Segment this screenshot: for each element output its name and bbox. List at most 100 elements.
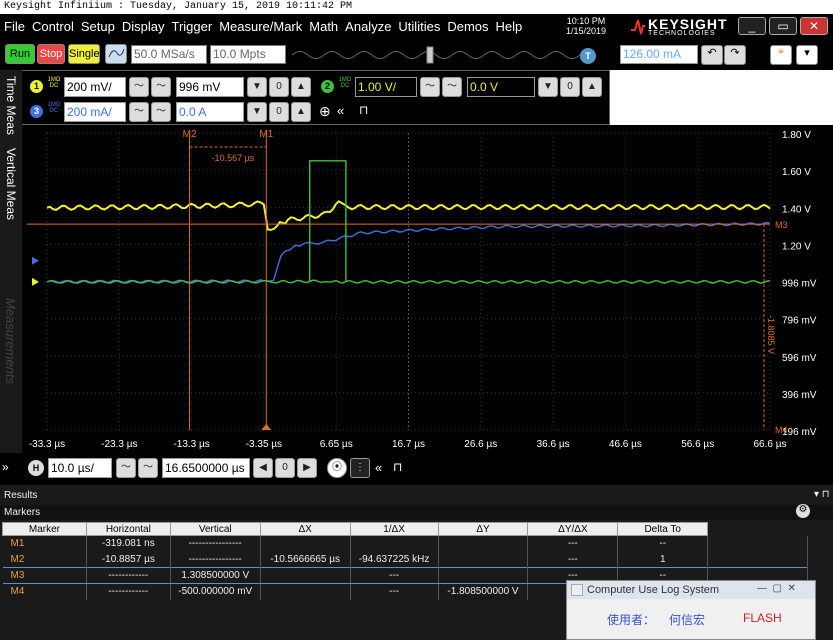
sample-rate-field[interactable]: 50.0 MSa/s bbox=[131, 45, 207, 64]
tab-time-meas[interactable]: Time Meas bbox=[4, 76, 18, 135]
close-button[interactable]: ✕ bbox=[800, 17, 828, 35]
cell-dx bbox=[260, 583, 351, 600]
time-scale-field[interactable]: 10.0 µs/ bbox=[48, 458, 112, 478]
x-tick-label: -23.3 µs bbox=[101, 439, 137, 450]
ch1-down-icon[interactable]: ▼ bbox=[247, 77, 267, 97]
ch3-scale[interactable]: 200 mA/ bbox=[64, 102, 126, 122]
user-label: 使用者： bbox=[607, 613, 656, 627]
time-zero-icon[interactable]: 0 bbox=[275, 458, 295, 478]
collapse-h-icon[interactable]: « bbox=[375, 460, 382, 475]
ch3-badge[interactable]: 3 bbox=[30, 105, 43, 118]
menu-analyze[interactable]: Analyze bbox=[345, 19, 391, 34]
stop-button[interactable]: Stop bbox=[37, 44, 65, 64]
ch3-offset[interactable]: 0.0 A bbox=[176, 102, 244, 122]
log-window-controls[interactable]: — ▢ ✕ bbox=[757, 583, 796, 594]
cell-horizontal: ------------ bbox=[86, 567, 171, 584]
menu-trigger[interactable]: Trigger bbox=[171, 19, 212, 34]
trigger-point-marker bbox=[261, 424, 272, 430]
ch1-scale-wave2-icon[interactable]: 〜 bbox=[151, 77, 171, 97]
memory-depth-field[interactable]: 10.0 Mpts bbox=[210, 45, 286, 64]
cell-dy: -1.808500000 V bbox=[438, 583, 529, 600]
col-marker: Marker bbox=[2, 522, 87, 536]
cell-inv-dx: --- bbox=[350, 583, 439, 600]
time-scale-wave2-icon[interactable]: 〜 bbox=[138, 458, 158, 478]
trigger-level-field[interactable]: 126.00 mA bbox=[620, 45, 698, 64]
cell-delta-to: 1 bbox=[617, 551, 709, 568]
ch2-zero-icon[interactable]: 0 bbox=[560, 77, 580, 97]
trigger-badge: T bbox=[580, 48, 596, 64]
redo-button[interactable]: ↷ bbox=[724, 45, 746, 65]
menu-setup[interactable]: Setup bbox=[81, 19, 115, 34]
zoom-icon[interactable]: ⦿ bbox=[327, 458, 347, 478]
x-tick-label: 36.6 µs bbox=[537, 439, 570, 450]
undo-button[interactable]: ↶ bbox=[701, 45, 723, 65]
ch1-ground-marker bbox=[32, 277, 39, 286]
ch3-scale-wave2-icon[interactable]: 〜 bbox=[151, 102, 171, 122]
gate-icon[interactable]: ⋮ bbox=[350, 458, 370, 478]
table-row[interactable]: M2 -10.8857 µs ---------------- -10.5666… bbox=[2, 551, 808, 568]
ch1-zero-icon[interactable]: 0 bbox=[269, 77, 289, 97]
time-right-icon[interactable]: ▶ bbox=[297, 458, 317, 478]
keysight-wave-icon bbox=[631, 19, 645, 35]
cursor-tool-button[interactable]: ⌖ bbox=[770, 45, 792, 65]
toolbar: Run Stop Single 50.0 MSa/s 10.0 Mpts T 1… bbox=[0, 40, 833, 70]
horizontal-position-slider[interactable] bbox=[292, 46, 582, 64]
y-tick-label: 796 mV bbox=[782, 316, 817, 327]
datetime: 10:10 PM 1/15/2019 bbox=[566, 16, 607, 36]
ch1-offset[interactable]: 996 mV bbox=[176, 77, 244, 97]
menu-math[interactable]: Math bbox=[309, 19, 338, 34]
settings-gear-icon[interactable]: ⚙ bbox=[796, 504, 810, 518]
expand-icon[interactable]: » bbox=[2, 460, 9, 474]
ch2-offset[interactable]: 0.0 V bbox=[467, 77, 535, 97]
time-position-field[interactable]: 16.6500000 µs bbox=[162, 458, 250, 478]
autoscale-button[interactable] bbox=[105, 44, 127, 64]
menu-help[interactable]: Help bbox=[496, 19, 523, 34]
results-title: Results bbox=[4, 490, 38, 501]
time-left-icon[interactable]: ◀ bbox=[253, 458, 273, 478]
menu-utilities[interactable]: Utilities bbox=[398, 19, 440, 34]
menu-measure-mark[interactable]: Measure/Mark bbox=[219, 19, 302, 34]
cell-dx bbox=[260, 567, 351, 584]
horizontal-badge: H bbox=[28, 460, 44, 476]
ch2-down-icon[interactable]: ▼ bbox=[538, 77, 558, 97]
cell-marker: M1 bbox=[2, 535, 87, 552]
pin-icon[interactable]: ⊓ bbox=[359, 103, 368, 117]
collapse-icon[interactable]: « bbox=[337, 103, 344, 118]
y-tick-label: 996 mV bbox=[782, 279, 817, 290]
ch1-scale-wave-icon[interactable]: 〜 bbox=[129, 77, 149, 97]
run-button[interactable]: Run bbox=[5, 44, 35, 64]
ch2-up-icon[interactable]: ▲ bbox=[582, 77, 602, 97]
ch1-scale[interactable]: 200 mV/ bbox=[64, 77, 126, 97]
restore-button[interactable]: ▭ bbox=[769, 17, 797, 35]
ch3-scale-wave-icon[interactable]: 〜 bbox=[129, 102, 149, 122]
ch2-scale[interactable]: 1.00 V/ bbox=[355, 77, 417, 97]
x-tick-label: -13.3 µs bbox=[173, 439, 209, 450]
x-tick-label: 6.65 µs bbox=[320, 439, 353, 450]
tab-vertical-meas[interactable]: Vertical Meas bbox=[4, 148, 18, 220]
table-row[interactable]: M1 -319.081 ns ---------------- --- -- bbox=[2, 535, 808, 552]
ch1-up-icon[interactable]: ▲ bbox=[291, 77, 311, 97]
menu-file[interactable]: File bbox=[4, 19, 25, 34]
ch2-scale-wave2-icon[interactable]: 〜 bbox=[442, 77, 462, 97]
ch3-up-icon[interactable]: ▲ bbox=[291, 102, 311, 122]
markers-tab[interactable]: Markers bbox=[4, 507, 40, 518]
x-tick-label: 66.6 µs bbox=[753, 439, 786, 450]
single-button[interactable]: Single bbox=[68, 44, 100, 64]
minimize-button[interactable]: _ bbox=[738, 17, 766, 35]
log-window[interactable]: Computer Use Log System — ▢ ✕ 使用者： 何信宏 F… bbox=[566, 580, 816, 640]
ch3-down-icon[interactable]: ▼ bbox=[247, 102, 267, 122]
menu-demos[interactable]: Demos bbox=[447, 19, 488, 34]
menu-dropdown-button[interactable]: ▾ bbox=[796, 45, 818, 65]
ch3-zero-icon[interactable]: 0 bbox=[269, 102, 289, 122]
ch1-badge[interactable]: 1 bbox=[30, 80, 43, 93]
add-channel-icon[interactable]: ⊕ bbox=[319, 103, 331, 120]
menu-control[interactable]: Control bbox=[32, 19, 74, 34]
time-scale-wave-icon[interactable]: 〜 bbox=[116, 458, 136, 478]
ch2-scale-wave-icon[interactable]: 〜 bbox=[420, 77, 440, 97]
results-pin-icon[interactable]: ▾ ⊓ bbox=[814, 489, 830, 500]
pin-h-icon[interactable]: ⊓ bbox=[393, 460, 402, 474]
cell-vertical: 1.308500000 V bbox=[170, 567, 261, 584]
waveform-display[interactable]: M2 M1 -10.567 µs M3 M4 -1.8085 V -33.3 µs -23.3… bbox=[22, 125, 833, 460]
ch2-badge[interactable]: 2 bbox=[321, 80, 334, 93]
menu-display[interactable]: Display bbox=[122, 19, 165, 34]
